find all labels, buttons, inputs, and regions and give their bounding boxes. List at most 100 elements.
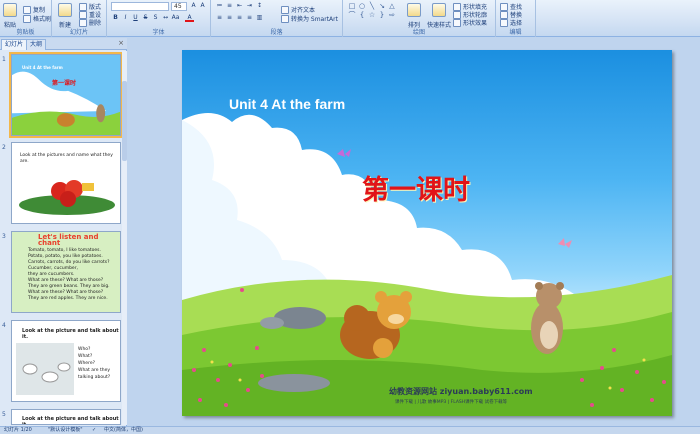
editing-group-label: 编辑	[509, 29, 522, 36]
delete-button[interactable]: 删除	[79, 18, 101, 27]
font-color-icon[interactable]: A	[185, 14, 194, 22]
effects-icon	[453, 18, 461, 27]
check-icon: ✓	[92, 427, 97, 433]
ribbon: 粘贴 复制 格式刷 剪贴板 新建 版式 重设 删除 幻灯片 45 A A B I…	[0, 0, 700, 37]
bracket-shape-icon[interactable]: }	[377, 11, 387, 19]
copy-button[interactable]: 复制	[23, 5, 45, 14]
paragraph-group-label: 段落	[270, 29, 283, 36]
strikethrough-icon[interactable]: S	[141, 14, 150, 22]
arrange-button[interactable]: 排列	[407, 3, 421, 29]
tab-slides[interactable]: 幻灯片	[1, 39, 28, 50]
close-icon[interactable]: ×	[118, 39, 124, 47]
thumb-5-heading: Look at the picture and talk about it.	[22, 416, 119, 425]
new-slide-icon	[58, 3, 72, 17]
watermark-links: 课件下载 | 儿歌 故事MP3 | FLASH课件下载 试卷下载等	[395, 400, 508, 405]
arrange-icon	[407, 3, 421, 17]
thumb-4-line: Who?	[78, 347, 91, 352]
thumb-3-line: they are cucumbers.	[28, 272, 75, 277]
slide-counter: 幻灯片 1/20	[4, 427, 32, 433]
smartart-button[interactable]: 转换为 SmartArt	[281, 14, 338, 23]
arrow-shape-icon[interactable]: ↘	[377, 2, 387, 10]
slide-title[interactable]: Unit 4 At the farm	[229, 96, 345, 112]
justify-icon[interactable]: ≡	[245, 14, 254, 22]
triangle-shape-icon[interactable]: △	[387, 2, 397, 10]
font-name-combo[interactable]	[111, 2, 169, 11]
oval-shape-icon[interactable]: ○	[357, 2, 367, 10]
align-left-icon[interactable]: ≡	[215, 14, 224, 22]
new-slide-button[interactable]: 新建	[58, 3, 72, 29]
decrease-indent-icon[interactable]: ⇤	[235, 2, 244, 10]
paragraph-group: ≔ ≡ ⇤ ⇥ ↕ ≡ ≡ ≡ ≡ ▥ 对齐文本 转换为 SmartArt 段落	[211, 0, 343, 37]
slides-panel: 幻灯片 大纲 × 1 Unit 4 At the farm 第一课时 2 Loo…	[0, 38, 127, 426]
thumb-3-line: Potato, potato, you like potatoes.	[28, 254, 103, 259]
slide-thumbnail-1[interactable]: Unit 4 At the farm 第一课时	[9, 52, 123, 138]
slide-thumbnail-3[interactable]: Let's listen and chant Tomato, tomato, I…	[11, 231, 121, 313]
bold-icon[interactable]: B	[111, 14, 120, 22]
slide-2-thumb-art	[19, 180, 115, 215]
thumb-3-heading: Let's listen and chant	[38, 233, 99, 247]
arrow-right-shape-icon[interactable]: ⇨	[387, 11, 397, 19]
slide-number: 5	[2, 411, 6, 418]
shadow-icon[interactable]: S	[151, 14, 160, 22]
line-shape-icon[interactable]: ╲	[367, 2, 377, 10]
font-group: 45 A A B I U S S ↔ Aa A 字体	[107, 0, 211, 37]
slide-thumbnail-2[interactable]: Look at the pictures and name what they …	[11, 142, 121, 224]
slide-4-thumb-art	[16, 343, 74, 395]
thumb-1-title: Unit 4 At the farm	[22, 65, 63, 70]
panel-scrollbar[interactable]	[122, 51, 127, 425]
curve-shape-icon[interactable]: ⌒	[347, 11, 357, 19]
align-center-icon[interactable]: ≡	[225, 14, 234, 22]
slide-number: 4	[2, 322, 6, 329]
slide-thumbnail-5[interactable]: Look at the picture and talk about it.	[11, 409, 121, 425]
slides-group-label: 幻灯片	[69, 29, 88, 36]
brace-shape-icon[interactable]: {	[357, 11, 367, 19]
bullets-icon[interactable]: ≔	[215, 2, 224, 10]
thumb-4-line: What?	[78, 354, 93, 359]
shrink-font-icon[interactable]: A	[198, 2, 207, 10]
drawing-group-label: 绘图	[412, 29, 425, 36]
theme-name: "默认设计模板"	[48, 427, 83, 433]
thumb-3-line: Tomato, tomato, I like tomatoes.	[28, 248, 101, 253]
quick-styles-icon	[432, 3, 446, 17]
quick-styles-button[interactable]: 快速样式	[427, 3, 451, 29]
align-right-icon[interactable]: ≡	[235, 14, 244, 22]
spacing-icon[interactable]: ↔	[161, 14, 170, 22]
clipboard-group-label: 剪贴板	[16, 29, 35, 36]
cursor-icon	[500, 18, 508, 27]
underline-icon[interactable]: U	[131, 14, 140, 22]
slide-number: 3	[2, 233, 6, 240]
increase-indent-icon[interactable]: ⇥	[245, 2, 254, 10]
slide-thumbnail-4[interactable]: Look at the picture and talk about it. W…	[11, 320, 121, 402]
slide-canvas[interactable]: Unit 4 At the farm 第一课时 幼教资源网站 ziyuan.ba…	[182, 50, 672, 416]
select-button[interactable]: 选择	[500, 18, 522, 27]
paste-button[interactable]: 粘贴	[3, 3, 17, 29]
scrollbar-thumb[interactable]	[122, 81, 127, 161]
smartart-icon	[281, 14, 289, 23]
language-indicator: 中文(简体，中国)	[104, 427, 143, 433]
rectangle-shape-icon[interactable]: □	[347, 2, 357, 10]
line-spacing-icon[interactable]: ↕	[255, 2, 264, 10]
star-shape-icon[interactable]: ☆	[367, 11, 377, 19]
clipboard-group: 粘贴 复制 格式刷 剪贴板	[0, 0, 52, 37]
slide-subtitle[interactable]: 第一课时	[362, 168, 470, 207]
thumb-3-line: Carrots, carrots, do you like carrots?	[28, 260, 110, 265]
grow-font-icon[interactable]: A	[189, 2, 198, 10]
shape-effects-button[interactable]: 形状效果	[453, 18, 487, 27]
thumb-3-line: Cucumber, cucumber,	[28, 266, 78, 271]
slide-editor: Unit 4 At the farm 第一课时 幼教资源网站 ziyuan.ba…	[128, 38, 700, 426]
numbering-icon[interactable]: ≡	[225, 2, 234, 10]
drawing-group: □ ○ ╲ ↘ △ ⌒ { ☆ } ⇨ 排列 快速样式 形状填充 形状轮廓 形状…	[343, 0, 496, 37]
format-painter-button[interactable]: 格式刷	[23, 14, 51, 23]
thumb-4-line: talking about?	[78, 375, 111, 380]
tab-outline[interactable]: 大纲	[26, 39, 47, 50]
slide-number: 2	[2, 144, 6, 151]
columns-icon[interactable]: ▥	[255, 14, 264, 22]
italic-icon[interactable]: I	[121, 14, 130, 22]
align-text-icon	[281, 5, 289, 14]
slides-group: 新建 版式 重设 删除 幻灯片	[52, 0, 107, 37]
font-group-label: 字体	[152, 29, 165, 36]
change-case-icon[interactable]: Aa	[171, 14, 180, 22]
font-size-combo[interactable]: 45	[171, 2, 187, 11]
align-text-button[interactable]: 对齐文本	[281, 5, 315, 14]
thumb-3-line: They are green beans. They are big.	[28, 284, 110, 289]
